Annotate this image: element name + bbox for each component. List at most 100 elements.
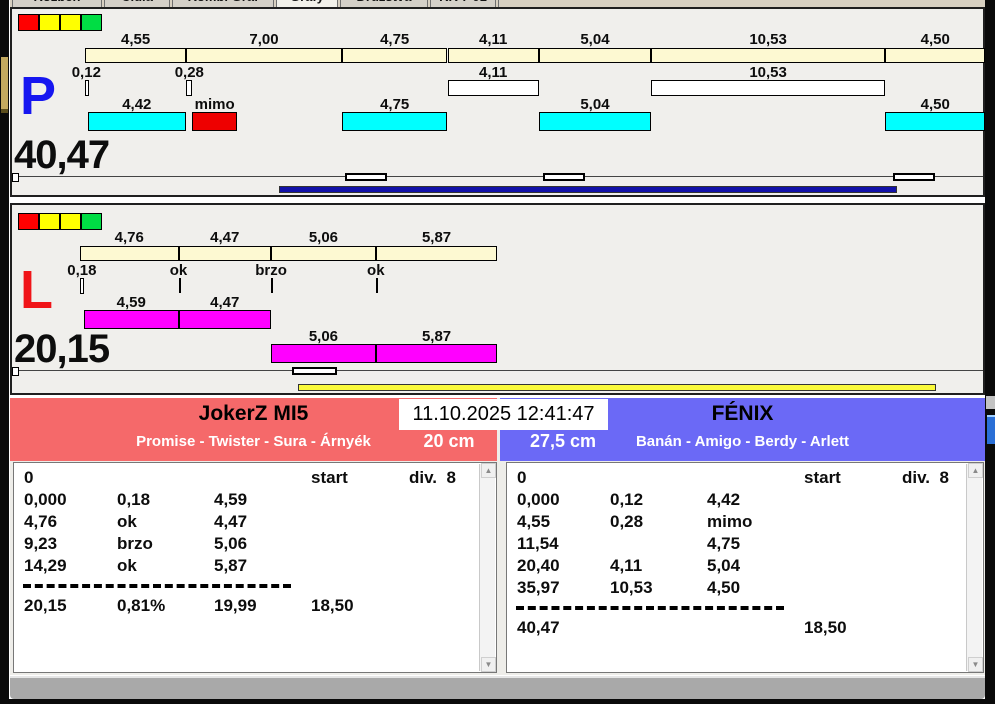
run-time-label: 4,50 (920, 96, 950, 113)
result-cell: 35,97 (517, 578, 560, 597)
split-time-label: 4,50 (920, 31, 950, 48)
marker-label: ok (169, 262, 188, 279)
result-cell: mimo (707, 512, 753, 531)
run-time-label: 5,06 (308, 328, 339, 345)
result-cell: 14,29 (24, 556, 67, 575)
scroll-down-icon[interactable]: ▼ (968, 657, 983, 672)
status-light (18, 213, 39, 230)
delay-marker (447, 80, 539, 96)
result-cell: 20,40 (517, 556, 560, 575)
split-segment-bar (375, 246, 498, 261)
result-cell: ok (117, 512, 137, 531)
right-edge-strip (985, 0, 995, 703)
tab-kk-7-01[interactable]: KK 7 01 (430, 0, 496, 7)
split-time-label: 5,04 (580, 31, 610, 48)
split-segment-bar (885, 48, 986, 63)
table-scrollbar[interactable] (479, 464, 495, 671)
split-time-label: 7,00 (249, 31, 279, 48)
run-time-label: 5,87 (421, 328, 452, 345)
status-light (39, 14, 60, 31)
results-table-left: ▲ ▼ 0 start div. 8 0,000 0,18 4,59 4,76 ok 4,47 9… (13, 462, 497, 673)
tab-grafy[interactable]: Grafy (276, 0, 338, 7)
delay-marker (186, 80, 193, 96)
marker-label: ok (367, 262, 385, 279)
run-time-label: mimo (194, 96, 235, 113)
result-cell: 4,11 (610, 556, 643, 575)
status-light (81, 213, 102, 230)
tab-čidla[interactable]: Čidla (104, 0, 170, 7)
split-segment-bar (538, 48, 651, 63)
result-cell: 11,54 (517, 534, 559, 553)
status-light (39, 213, 60, 230)
marker-label: 4,11 (479, 64, 508, 81)
result-cell: brzo (117, 534, 153, 553)
table-scrollbar[interactable] (966, 464, 982, 671)
lane-letter: P (20, 66, 57, 126)
delay-marker (85, 80, 89, 96)
desktop-icon-sliver (987, 415, 995, 444)
timeline-scrollbar-handle[interactable] (543, 173, 585, 181)
change-tick (178, 278, 181, 293)
marker-label: 10,53 (749, 64, 787, 81)
split-time-label: 4,47 (210, 229, 240, 246)
result-cell: 4,50 (707, 578, 741, 597)
timeline-scrollbar-track[interactable] (12, 370, 983, 371)
scroll-down-icon[interactable]: ▼ (481, 657, 496, 672)
lane-total-time: 20,15 (14, 327, 110, 371)
total-cell: 40,47 (517, 618, 560, 637)
result-cell: 4,76 (24, 512, 58, 531)
dog-run-bar (178, 310, 272, 329)
datetime-display: 11.10.2025 12:41:47 (399, 399, 608, 430)
bottom-scrollbar[interactable] (10, 676, 985, 699)
result-cell: 4,42 (707, 490, 741, 509)
timeline-scrollbar-handle[interactable] (893, 173, 935, 181)
dog-run-bar (271, 344, 376, 363)
result-cell: 5,06 (214, 534, 248, 553)
result-cell: 0 (24, 468, 34, 487)
tab-družstva[interactable]: Družstva (340, 0, 428, 7)
run-time-label: 4,42 (122, 96, 152, 113)
total-cell: 18,50 (804, 618, 847, 637)
titlebar-remainder (500, 0, 985, 7)
split-time-label: 4,75 (380, 31, 410, 48)
result-cell: 4,55 (517, 512, 551, 531)
lane-progress-bar (298, 384, 936, 391)
status-light (60, 213, 81, 230)
totals-separator (516, 606, 784, 610)
status-light (18, 14, 39, 31)
result-cell: 0,000 (517, 490, 560, 509)
delay-marker (651, 80, 886, 96)
lane-letter: L (20, 260, 53, 320)
run-time-label: 4,59 (116, 294, 146, 311)
tab-rozběh[interactable]: Rozběh (12, 0, 102, 7)
split-time-label: 4,11 (479, 31, 508, 48)
total-cell: 18,50 (311, 596, 354, 615)
tab-kombi-graf[interactable]: Kombi Graf (172, 0, 274, 7)
split-time-label: 5,87 (421, 229, 452, 246)
scroll-up-icon[interactable]: ▲ (968, 463, 983, 478)
result-cell: 0,28 (610, 512, 644, 531)
split-time-label: 5,06 (308, 229, 339, 246)
total-cell: 20,15 (24, 596, 67, 615)
result-cell: 10,53 (610, 578, 653, 597)
lane-panel-P: 4,55 7,00 4,75 4,11 5,04 10,53 4,50 0,12 0,28 4,1… (10, 7, 986, 197)
timeline-scrollbar-track[interactable] (12, 176, 983, 177)
total-cell: 0,81% (117, 596, 166, 615)
timeline-scrollbar-handle[interactable] (292, 367, 337, 375)
total-cell: 19,99 (214, 596, 257, 615)
app-window: RozběhČidlaKombi GrafGrafyDružstvaKK 7 0… (0, 0, 995, 716)
jump-height-left: 20 cm (423, 431, 475, 451)
dog-run-bar (87, 112, 186, 131)
marker-label: brzo (255, 262, 287, 279)
totals-separator (23, 584, 291, 588)
split-segment-bar (651, 48, 886, 63)
result-cell: 4,59 (214, 490, 248, 509)
timeline-scrollbar-handle[interactable] (345, 173, 387, 181)
split-segment-bar (80, 246, 179, 261)
left-edge-accent (1, 57, 8, 113)
scroll-up-icon[interactable]: ▲ (481, 463, 496, 478)
dog-run-bar (192, 112, 237, 131)
split-segment-bar (186, 48, 342, 63)
result-cell: 5,04 (707, 556, 741, 575)
jump-height-right: 27,5 cm (529, 431, 597, 451)
